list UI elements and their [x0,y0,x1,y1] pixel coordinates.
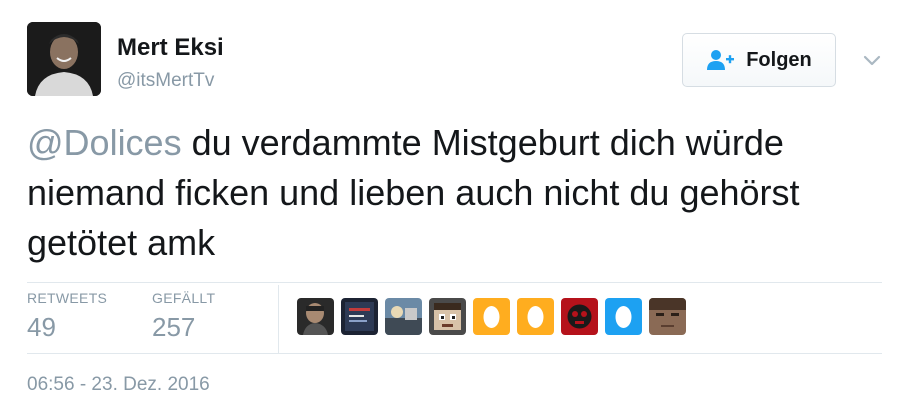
liker-avatar[interactable] [649,298,686,335]
liker-avatar[interactable] [385,298,422,335]
liker-avatar[interactable] [561,298,598,335]
liker-avatar[interactable] [473,298,510,335]
face-closeup-icon [649,298,686,335]
tweet-text: @Dolices du verdammte Mistgeburt dich wü… [27,118,887,268]
retweets-label: RETWEETS [27,290,108,306]
liker-avatar[interactable] [605,298,642,335]
liker-avatar[interactable] [341,298,378,335]
default-egg-icon [517,298,554,335]
default-egg-icon [605,298,642,335]
red-skull-icon [561,298,598,335]
stats-divider [278,285,279,353]
user-handle[interactable]: @itsMertTv [117,70,214,92]
likes-label: GEFÄLLT [152,290,216,306]
follow-button[interactable]: Folgen [682,33,836,87]
pixel-face-icon [429,298,466,335]
liker-avatar[interactable] [517,298,554,335]
follow-user-icon [706,48,736,72]
tweet-header: Mert Eksi @itsMertTv Folgen [0,0,910,110]
tweet-timestamp[interactable]: 06:56 - 23. Dez. 2016 [27,374,210,396]
follow-button-label: Folgen [746,48,812,71]
likes-count: 257 [152,312,196,342]
retweets-count: 49 [27,312,56,342]
liker-avatar[interactable] [429,298,466,335]
scene-thumbnail-icon [385,298,422,335]
retweets-stat[interactable]: RETWEETS 49 [27,290,107,343]
person-photo-icon [297,298,334,335]
divider-top [27,282,882,283]
divider-bottom [27,353,882,354]
user-avatar[interactable] [27,22,101,96]
dark-poster-icon [341,298,378,335]
tweet-mention[interactable]: @Dolices [27,122,182,163]
likes-stat[interactable]: GEFÄLLT 257 [152,290,215,343]
liker-avatar[interactable] [297,298,334,335]
user-name[interactable]: Mert Eksi [117,34,224,62]
avatar-photo-icon [27,22,101,96]
liker-avatars [297,298,686,336]
chevron-down-icon[interactable] [860,48,884,72]
default-egg-icon [473,298,510,335]
